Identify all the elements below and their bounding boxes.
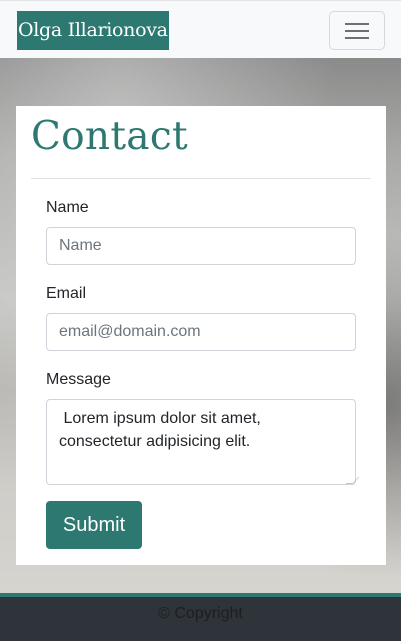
brand-logo[interactable]: Olga Illarionova bbox=[17, 11, 169, 50]
footer: © Copyright bbox=[0, 597, 401, 641]
hamburger-icon-line bbox=[345, 37, 369, 39]
message-textarea[interactable]: Lorem ipsum dolor sit amet, consectetur … bbox=[46, 399, 356, 485]
top-navbar: Olga Illarionova bbox=[0, 0, 401, 58]
divider bbox=[31, 178, 371, 179]
email-input[interactable] bbox=[46, 313, 356, 351]
name-label: Name bbox=[46, 199, 89, 216]
copyright-text: © Copyright bbox=[158, 605, 243, 622]
message-label: Message bbox=[46, 371, 111, 388]
submit-button[interactable]: Submit bbox=[46, 501, 142, 549]
hamburger-icon-line bbox=[345, 30, 369, 32]
contact-card: Contact Name Email Message Lorem ipsum d… bbox=[16, 106, 386, 565]
email-label: Email bbox=[46, 285, 87, 302]
name-input[interactable] bbox=[46, 227, 356, 265]
page-title: Contact bbox=[31, 114, 188, 159]
menu-toggle-button[interactable] bbox=[329, 11, 385, 50]
hamburger-icon bbox=[345, 23, 369, 25]
